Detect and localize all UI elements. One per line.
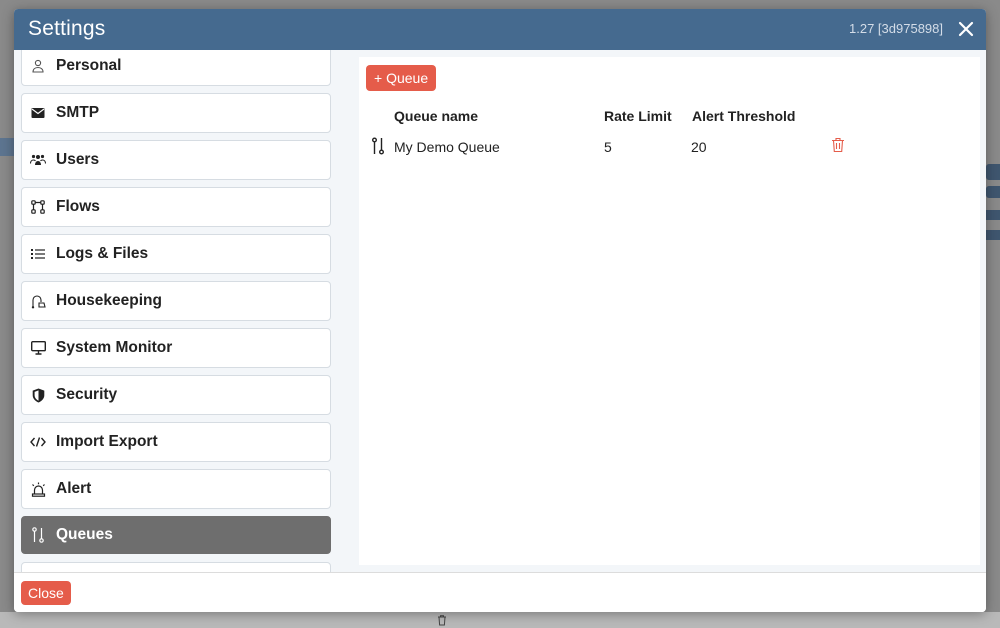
alert-threshold-cell: 20 xyxy=(691,139,707,155)
code-icon xyxy=(30,434,46,450)
vacuum-icon xyxy=(30,293,46,309)
sidebar-item-next-partial[interactable] xyxy=(21,562,331,572)
sidebar-item-alert[interactable]: Alert xyxy=(21,469,331,509)
sidebar-item-label: System Monitor xyxy=(56,339,173,356)
shield-icon xyxy=(30,387,46,403)
background-app-edge xyxy=(986,160,1000,250)
sidebar-item-personal[interactable]: Personal xyxy=(21,50,331,86)
background-app-strip xyxy=(0,138,14,156)
column-header-alert-threshold: Alert Threshold xyxy=(692,108,796,124)
sidebar-item-label: Import Export xyxy=(56,433,158,450)
close-icon[interactable] xyxy=(956,19,976,39)
settings-sidebar: Personal SMTP Users Flows Logs & Files H… xyxy=(21,50,331,572)
flows-icon xyxy=(30,199,46,215)
sidebar-item-label: Logs & Files xyxy=(56,245,149,262)
version-label: 1.27 [3d975898] xyxy=(849,21,943,36)
sidebar-item-housekeeping[interactable]: Housekeeping xyxy=(21,281,331,321)
monitor-icon xyxy=(30,340,46,356)
queue-icon xyxy=(30,527,46,543)
settings-modal: Settings 1.27 [3d975898] Personal SMTP U… xyxy=(14,9,986,612)
modal-header: Settings 1.27 [3d975898] xyxy=(14,9,986,50)
background-app-footer xyxy=(0,612,1000,628)
sidebar-item-logs-files[interactable]: Logs & Files xyxy=(21,234,331,274)
column-header-queue-name: Queue name xyxy=(394,108,479,124)
sidebar-item-label: Users xyxy=(56,151,100,168)
person-icon xyxy=(30,58,46,74)
list-icon xyxy=(30,246,46,262)
sidebar-item-queues[interactable]: Queues xyxy=(21,516,331,554)
modal-title: Settings xyxy=(28,17,106,40)
trash-icon[interactable] xyxy=(831,137,845,153)
sidebar-item-label: SMTP xyxy=(56,104,100,121)
queues-panel: + Queue Queue name Rate Limit Alert Thre… xyxy=(359,57,980,565)
sidebar-item-import-export[interactable]: Import Export xyxy=(21,422,331,462)
sidebar-item-smtp[interactable]: SMTP xyxy=(21,93,331,133)
modal-footer: Close xyxy=(14,572,986,612)
users-icon xyxy=(30,152,46,168)
sidebar-item-label: Personal xyxy=(56,57,122,74)
rate-limit-cell: 5 xyxy=(604,139,612,155)
add-queue-button[interactable]: + Queue xyxy=(366,65,437,91)
siren-icon xyxy=(30,481,46,497)
sidebar-item-label: Housekeeping xyxy=(56,292,162,309)
modal-body: Personal SMTP Users Flows Logs & Files H… xyxy=(14,50,986,572)
trash-icon xyxy=(438,615,446,626)
close-button[interactable]: Close xyxy=(21,581,71,605)
sidebar-item-label: Alert xyxy=(56,480,92,497)
sidebar-item-security[interactable]: Security xyxy=(21,375,331,415)
queue-name-cell[interactable]: My Demo Queue xyxy=(394,139,500,155)
queue-icon[interactable] xyxy=(371,137,385,155)
sidebar-item-label: Security xyxy=(56,386,118,403)
envelope-icon xyxy=(30,105,46,121)
column-header-rate-limit: Rate Limit xyxy=(604,108,672,124)
sidebar-item-system-monitor[interactable]: System Monitor xyxy=(21,328,331,368)
sidebar-item-label: Queues xyxy=(56,526,113,543)
sidebar-item-flows[interactable]: Flows xyxy=(21,187,331,227)
sidebar-item-users[interactable]: Users xyxy=(21,140,331,180)
sidebar-item-label: Flows xyxy=(56,198,100,215)
